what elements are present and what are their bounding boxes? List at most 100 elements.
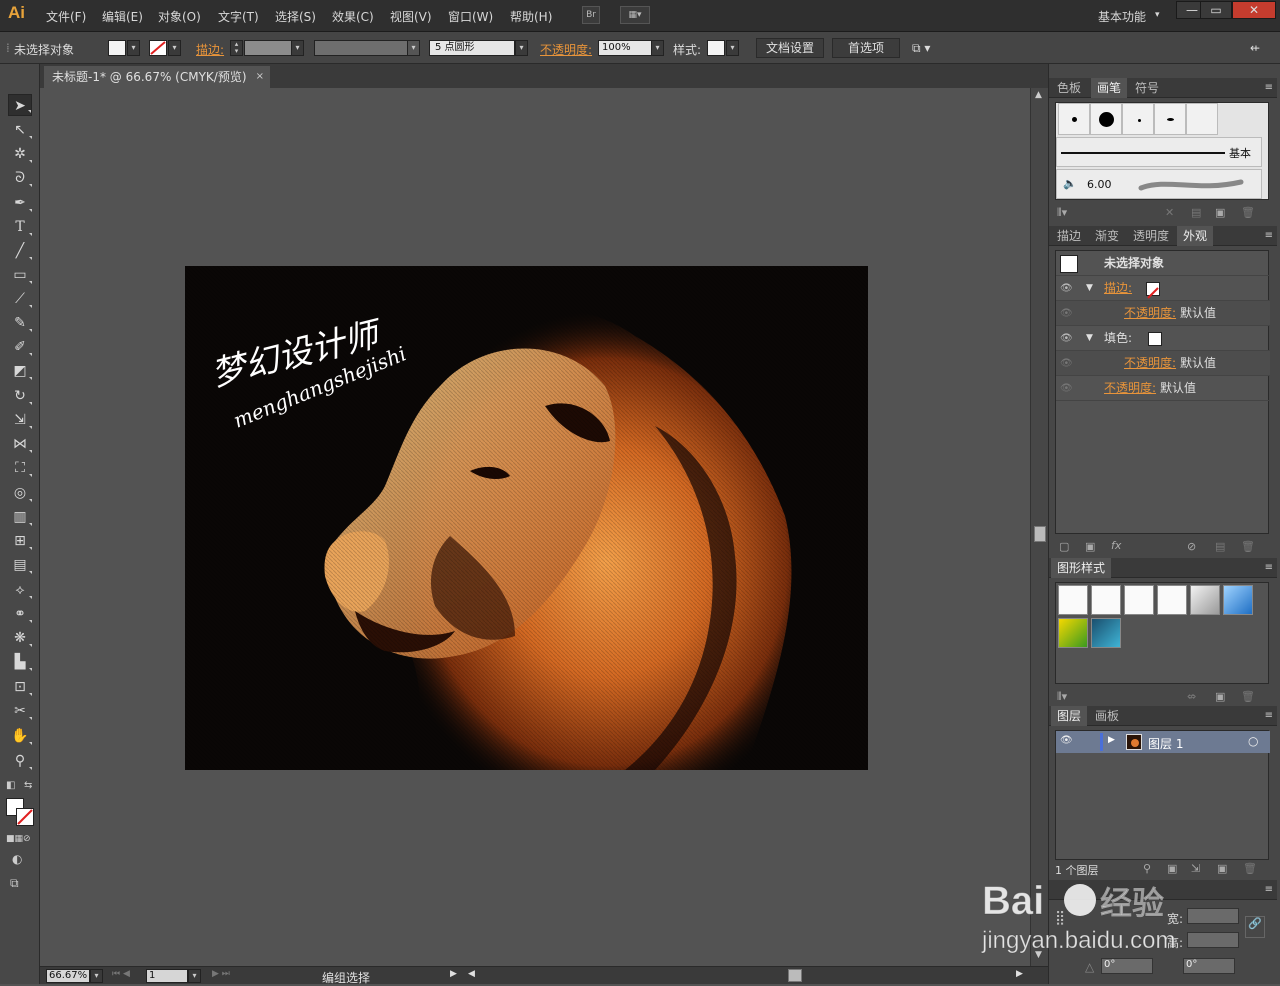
eye-icon[interactable]: 👁 (1060, 326, 1076, 351)
eye-icon[interactable]: 👁 (1060, 376, 1076, 401)
stroke-dropdown[interactable]: ▾ (168, 40, 181, 56)
stroke-weight-stepper[interactable]: ▴ ▾ (230, 40, 243, 56)
appearance-stroke-row[interactable]: 👁 ▼ 描边: (1056, 276, 1270, 301)
style-swatch[interactable] (707, 40, 725, 56)
screen-mode-icon[interactable]: ⧉ (10, 876, 19, 891)
tab-stroke[interactable]: 描边 (1051, 226, 1087, 246)
panel-menu-icon[interactable]: ≡ (1265, 884, 1273, 895)
opacity-link[interactable]: 不透明度: (1104, 376, 1156, 401)
graphic-style-outline[interactable] (1157, 585, 1187, 615)
tab-transparency[interactable]: 透明度 (1127, 226, 1175, 246)
stroke-label[interactable]: 描边: (196, 41, 224, 58)
document-setup-button[interactable]: 文档设置 (756, 38, 824, 58)
canvas-area[interactable]: 梦幻设计师 menghangshejishi (40, 88, 1030, 966)
swap-colors-icon[interactable]: ⇆ (24, 780, 32, 791)
new-layer-icon[interactable]: ▣ (1217, 862, 1227, 875)
tab-brushes[interactable]: 画笔 (1091, 78, 1128, 98)
tab-swatches[interactable]: 色板 (1051, 78, 1087, 98)
delete-icon[interactable]: 🗑 (1243, 862, 1257, 875)
default-colors-icon[interactable]: ◧ (6, 780, 15, 791)
perspective-grid-tool-icon[interactable]: ▥ (8, 506, 32, 528)
mesh-tool-icon[interactable]: ⊞ (8, 530, 32, 552)
layer-row[interactable]: 👁 ▶ 图层 1 ○ (1056, 731, 1270, 753)
eye-icon[interactable]: 👁 (1060, 351, 1076, 376)
graphic-style-default[interactable] (1058, 585, 1088, 615)
artboard[interactable]: 梦幻设计师 menghangshejishi (185, 266, 868, 770)
selection-tool-icon[interactable]: ➤ (8, 94, 32, 116)
menu-help[interactable]: 帮助(H) (510, 8, 552, 25)
zoom-tool-icon[interactable]: ⚲ (8, 750, 32, 772)
panel-menu-icon[interactable]: ≡ (1265, 710, 1273, 721)
width-field[interactable] (1187, 908, 1239, 924)
first-artboard-icon[interactable]: ⏮ ◀ (112, 969, 130, 979)
tab-gradient[interactable]: 渐变 (1089, 226, 1125, 246)
appearance-fill-row[interactable]: 👁 ▼ 填色: (1056, 326, 1270, 351)
disclosure-open-icon[interactable]: ▼ (1086, 276, 1093, 301)
style-library-icon[interactable]: ⫴▾ (1057, 690, 1067, 704)
height-field[interactable] (1187, 932, 1239, 948)
arrange-documents-button[interactable]: ▦▾ (620, 6, 650, 24)
eyedropper-tool-icon[interactable]: ⟡ (8, 579, 32, 601)
scroll-left-icon[interactable]: ◀ (468, 969, 475, 979)
panel-menu-icon[interactable]: ≡ (1265, 230, 1273, 241)
tab-graphic-styles[interactable]: 图形样式 (1051, 558, 1112, 578)
eye-icon[interactable]: 👁 (1060, 301, 1076, 326)
pen-tool-icon[interactable]: ✒ (8, 192, 32, 214)
brush-calligraphic[interactable] (1154, 103, 1186, 135)
disclosure-open-icon[interactable]: ▼ (1086, 326, 1093, 351)
graphic-style-blue-gradient[interactable] (1223, 585, 1253, 615)
add-fill-icon[interactable]: ▣ (1085, 540, 1095, 553)
stroke-color-swatch[interactable] (16, 808, 34, 826)
vertical-scrollbar[interactable]: ▲ ▼ (1030, 88, 1048, 966)
tab-appearance[interactable]: 外观 (1177, 226, 1214, 246)
menu-view[interactable]: 视图(V) (390, 8, 432, 25)
magic-wand-tool-icon[interactable]: ✲ (8, 143, 32, 165)
appearance-object-opacity-row[interactable]: 👁 不透明度: 默认值 (1056, 376, 1270, 401)
duplicate-icon[interactable]: ▤ (1215, 540, 1225, 553)
menu-window[interactable]: 窗口(W) (448, 8, 493, 25)
clipping-mask-icon[interactable]: ▣ (1167, 862, 1177, 875)
menu-object[interactable]: 对象(O) (158, 8, 201, 25)
menu-edit[interactable]: 编辑(E) (102, 8, 143, 25)
panel-menu-icon[interactable]: ≡ (1265, 562, 1273, 573)
fx-icon[interactable]: fx (1111, 539, 1121, 552)
opacity-field[interactable]: 100% (598, 40, 652, 56)
appearance-fill-opacity-row[interactable]: 👁 不透明度: 默认值 (1056, 351, 1270, 376)
opacity-label[interactable]: 不透明度: (540, 41, 592, 58)
appearance-stroke-label[interactable]: 描边: (1104, 276, 1132, 301)
stroke-none-swatch[interactable] (1146, 282, 1160, 299)
reference-point-icon[interactable]: ⣿ (1055, 910, 1065, 926)
delete-icon[interactable]: 🗑 (1241, 540, 1255, 553)
menu-file[interactable]: 文件(F) (46, 8, 86, 25)
pencil-tool-icon[interactable]: ✎ (8, 312, 32, 334)
zoom-field[interactable]: 66.67% (46, 969, 90, 983)
graphic-style-green-pattern[interactable] (1058, 618, 1088, 648)
scroll-down-icon[interactable]: ▼ (1035, 950, 1042, 960)
eye-icon[interactable]: 👁 (1060, 276, 1076, 301)
line-tool-icon[interactable]: ╱ (8, 240, 32, 262)
appearance-stroke-opacity-row[interactable]: 👁 不透明度: 默认值 (1056, 301, 1270, 326)
graphic-style-white[interactable] (1124, 585, 1154, 615)
rotate-tool-icon[interactable]: ↻ (8, 385, 32, 407)
zoom-dropdown[interactable]: ▾ (90, 969, 103, 983)
graphic-style-gray-gradient[interactable] (1190, 585, 1220, 615)
lasso-tool-icon[interactable]: ᘐ (8, 167, 32, 189)
brush-large-round[interactable] (1090, 103, 1122, 135)
arrange-icon[interactable]: ⧉ ▾ (912, 41, 930, 56)
gradient-tool-icon[interactable]: ▤ (8, 554, 32, 576)
blend-tool-icon[interactable]: ⚭ (8, 603, 32, 625)
profile-dropdown[interactable]: ▾ (407, 40, 420, 56)
stroke-weight-dropdown[interactable]: ▾ (291, 40, 304, 56)
opacity-link[interactable]: 不透明度: (1124, 301, 1176, 326)
close-icon[interactable]: × (256, 66, 264, 88)
shape-builder-tool-icon[interactable]: ◎ (8, 482, 32, 504)
artboard-number-field[interactable]: 1 (146, 969, 188, 983)
brush-definition-dropdown[interactable]: ▾ (515, 40, 528, 56)
graphic-style-teal-pattern[interactable] (1091, 618, 1121, 648)
add-stroke-icon[interactable]: ▢ (1059, 540, 1069, 553)
scroll-right-icon[interactable]: ▶ (1016, 969, 1023, 979)
last-artboard-icon[interactable]: ▶ ⏭ (212, 969, 230, 979)
paintbrush-tool-icon[interactable]: ⟋ (8, 288, 32, 310)
brush-art-row[interactable]: 🔈 6.00 (1056, 169, 1262, 199)
brush-definition-field[interactable]: 5 点圆形 (429, 40, 515, 56)
